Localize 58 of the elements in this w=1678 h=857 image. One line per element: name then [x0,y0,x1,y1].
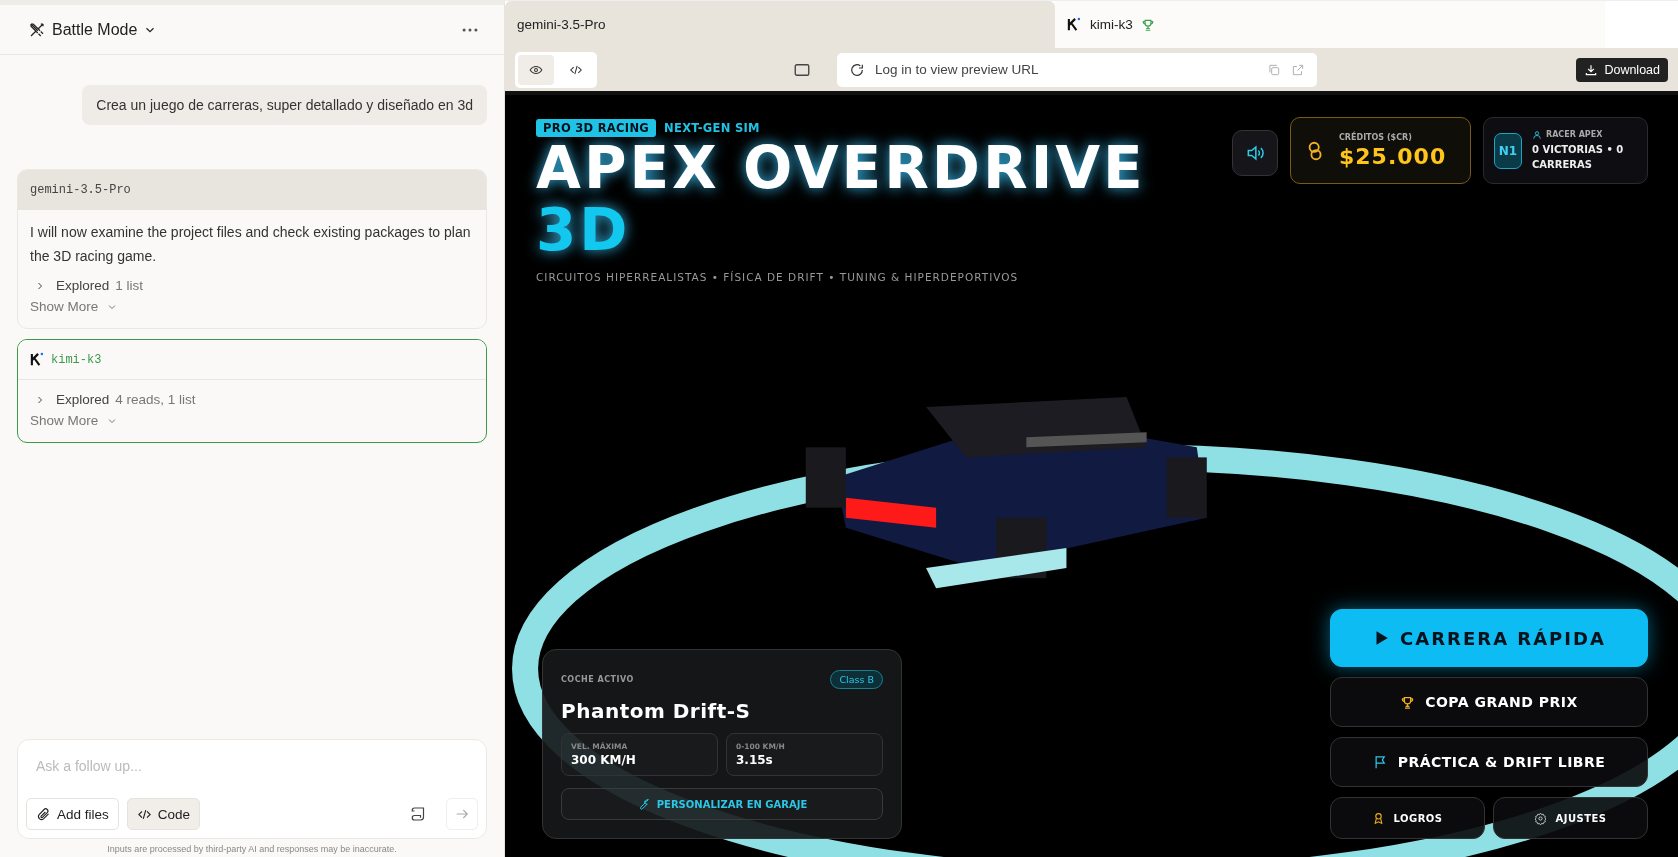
game-title-accent: 3D [536,199,632,261]
more-icon [462,27,478,32]
swords-icon [28,20,46,39]
car-label: COCHE ACTIVO [561,675,634,684]
level-badge: N1 [1494,132,1522,169]
url-placeholder: Log in to view preview URL [875,62,1039,77]
explored-detail: 4 reads, 1 list [115,392,196,407]
copy-icon [1267,62,1281,77]
reload-icon [849,61,865,78]
explored-label: Explored [56,278,110,293]
user-message: Crea un juego de carreras, super detallado y diseñado en 3d [82,85,487,125]
paperclip-icon [36,806,51,822]
explored-toggle[interactable]: Explored 1 list [34,278,144,293]
credits-value: $25.000 [1339,143,1447,169]
stat-value: 3.15s [736,753,774,767]
racer-stats: 0 VICTORIAS • 0 CARRERAS [1532,142,1625,172]
user-icon [1532,129,1542,140]
explored-toggle[interactable]: Explored 4 reads, 1 list [34,392,196,407]
model-tab[interactable]: kimi-k3 [1055,1,1605,48]
speaker-icon [1245,143,1265,163]
trophy-icon [1400,694,1416,710]
add-files-button[interactable]: Add files [26,798,119,830]
racer-label: RACER APEX [1546,130,1603,139]
external-link-icon [1291,62,1305,77]
url-field[interactable]: Log in to view preview URL [837,52,1317,87]
class-badge: Class B [830,670,883,689]
menu-button[interactable]: CARRERA RÁPIDA [1330,609,1648,667]
code-toggle-button[interactable]: Code [126,798,201,830]
settings-icon [1534,811,1548,825]
game-subtitle: CIRCUITOS HIPERREALISTAS • FÍSICA DE DRIFT • TUNING & HIPERDEPORTIVOS [536,271,1020,283]
battle-mode-dropdown[interactable]: Battle Mode [28,20,158,39]
model-tab[interactable]: gemini-3.5-Pro [505,1,1055,48]
sound-button[interactable] [1232,130,1278,176]
show-more-button[interactable]: Show More [30,413,119,428]
menu-button[interactable]: LOGROS [1330,797,1485,839]
credits-label: CRÉDITOS ($CR) [1339,132,1413,142]
download-button[interactable]: Download [1576,57,1668,82]
stat-value: 300 KM/H [571,753,637,767]
explored-label: Explored [56,392,110,407]
menu-button[interactable]: COPA GRAND PRIX [1330,677,1648,727]
preview-mode-button[interactable] [518,54,554,85]
more-options-button[interactable] [462,27,478,32]
car-name: Phantom Drift-S [561,699,752,723]
model-name: kimi-k3 [51,352,102,367]
explored-detail: 1 list [115,278,144,293]
show-more-button[interactable]: Show More [30,299,119,314]
menu-button[interactable]: PRÁCTICA & DRIFT LIBRE [1330,737,1648,787]
disclaimer-text: Inputs are processed by third-party AI and responses may be inaccurate. [106,843,398,856]
tag-label: PRO 3D RACING [536,119,657,137]
tag-label: NEXT-GEN SIM [664,121,760,135]
download-icon [1584,62,1599,77]
game-title: APEX OVERDRIVE [536,137,1146,199]
flag-icon [1372,754,1388,770]
response-text: I will now examine the project files and check existing packages to plan the 3D racing game. [30,223,472,266]
menu-button[interactable]: AJUSTES [1493,797,1648,839]
model-name: gemini-3.5-Pro [30,183,131,197]
garage-button[interactable]: PERSONALIZAR EN GARAJE [561,788,883,820]
follow-up-input[interactable]: Ask a follow up... [26,754,478,778]
